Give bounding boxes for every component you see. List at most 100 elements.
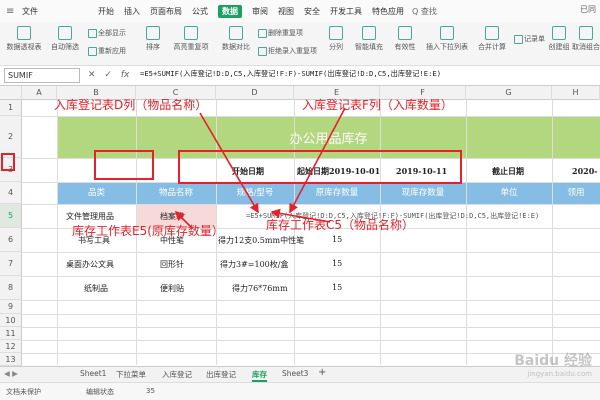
row-header-4[interactable]: 4 — [0, 182, 22, 204]
data-compare-button[interactable]: 数据对比 — [218, 26, 254, 52]
menu-data[interactable]: 数据 — [218, 4, 242, 18]
row-header-2[interactable]: 2 — [0, 116, 22, 158]
cell-name-3[interactable]: 回形针 — [160, 259, 184, 270]
confirm-icon[interactable]: ✓ — [104, 70, 112, 80]
consolidate-button[interactable]: 合并计算 — [474, 26, 510, 52]
ungroup-icon — [579, 26, 593, 40]
menu-file[interactable]: 文件 — [22, 6, 38, 17]
cell-name-4[interactable]: 便利贴 — [160, 283, 184, 294]
sort-button[interactable]: 排序 — [140, 26, 166, 52]
watermark: Baidu 经验 jingyan.baidu.com — [514, 350, 592, 378]
header-current-qty: 现库存数量 — [401, 188, 445, 198]
sheet-tab-bar: ◀ ▶ Sheet1 下拉菜单 入库登记 出库登记 库存 Sheet3 + — [0, 366, 600, 382]
show-all-icon — [88, 28, 97, 38]
tab-outbound[interactable]: 出库登记 — [206, 369, 236, 380]
header-spec: 规格/型号 — [236, 188, 274, 198]
row-header-6[interactable]: 6 — [0, 228, 22, 252]
menu-page-layout[interactable]: 页面布局 — [150, 6, 182, 17]
tab-dropdown-menu[interactable]: 下拉菜单 — [116, 369, 146, 380]
split-column-button[interactable]: 分列 — [326, 26, 346, 52]
smart-fill-button[interactable]: 智能填充 — [352, 26, 386, 52]
cancel-icon[interactable]: ✕ — [88, 70, 96, 80]
name-box[interactable]: SUMIF — [4, 68, 80, 83]
row-header-7[interactable]: 7 — [0, 252, 22, 276]
add-sheet-icon[interactable]: + — [318, 367, 326, 378]
cell-qty-2[interactable]: 15 — [332, 235, 342, 244]
formula-input[interactable]: =E5+SUMIF(入库登记!D:D,C5,入库登记!F:F)-SUMIF(出库… — [140, 69, 441, 79]
tab-sheet1[interactable]: Sheet1 — [80, 369, 106, 378]
fx-icon[interactable]: fx — [121, 70, 130, 80]
auto-filter-button[interactable]: 自动筛选 — [48, 26, 82, 52]
reject-duplicates-button[interactable]: 拒绝录入重复项 — [258, 46, 317, 56]
watermark-url: jingyan.baidu.com — [527, 370, 592, 378]
row-header-12[interactable]: 12 — [0, 340, 22, 353]
cell-spec-4[interactable]: 得力76*76mm — [232, 283, 288, 294]
header-usage: 领用 — [567, 188, 585, 198]
row-header-5[interactable]: 5 — [0, 204, 22, 228]
column-header-h[interactable]: H — [552, 86, 600, 100]
tab-sheet3[interactable]: Sheet3 — [282, 369, 308, 378]
menu-start[interactable]: 开始 — [98, 6, 114, 17]
formula-tools: ✕ ✓ fx — [88, 70, 129, 80]
menu-icon[interactable]: ≡ — [6, 6, 20, 17]
group-icon — [552, 26, 566, 40]
annotation-box-dates — [178, 150, 462, 184]
tab-inventory[interactable]: 库存 — [252, 369, 267, 382]
annotation-box-name — [94, 150, 154, 180]
show-all-button[interactable]: 全部显示 — [88, 28, 126, 38]
menu-bar: ≡ 文件 开始 插入 页面布局 公式 数据 审阅 视图 安全 开发工具 特色应用… — [0, 0, 600, 22]
watermark-brand: Baidu 经验 — [514, 353, 592, 369]
remove-duplicates-button[interactable]: 删除重复项 — [258, 28, 303, 38]
reapply-icon — [88, 46, 97, 56]
create-group-button[interactable]: 创建组 — [548, 26, 570, 52]
validation-icon — [398, 26, 412, 40]
account-status[interactable]: 已同 — [580, 4, 596, 15]
header-original-qty: 原库存数量 — [315, 188, 359, 198]
search-button[interactable]: Q 查找 — [412, 6, 437, 17]
record-form-button[interactable]: 记录单 — [514, 34, 545, 44]
menu-review[interactable]: 审阅 — [252, 6, 268, 17]
column-header-d[interactable]: D — [216, 86, 294, 100]
column-header-a[interactable]: A — [22, 86, 57, 100]
highlight-duplicates-button[interactable]: 高亮重复项 — [170, 26, 212, 52]
cell-category-4[interactable]: 纸制品 — [84, 283, 108, 294]
menu-dev-tools[interactable]: 开发工具 — [330, 6, 362, 17]
pivot-table-icon — [17, 26, 31, 40]
cell-qty-4[interactable]: 15 — [332, 283, 342, 292]
compare-icon — [229, 26, 243, 40]
cell-name-1[interactable]: 档案袋 — [160, 211, 184, 222]
pivot-table-button[interactable]: 数据透视表 — [4, 26, 44, 52]
annotation-f-column: 入库登记表F列（入库数量） — [302, 98, 453, 112]
select-all-corner[interactable] — [0, 86, 22, 100]
filter-icon — [58, 26, 72, 40]
insert-dropdown-button[interactable]: 插入下拉列表 — [424, 26, 470, 52]
ungroup-button[interactable]: 取消组合 — [572, 26, 600, 52]
cell-spec-3[interactable]: 得力3#=100枚/盒 — [220, 259, 288, 270]
cell-category-1[interactable]: 文件管理用品 — [66, 211, 114, 222]
reapply-button[interactable]: 重新应用 — [88, 46, 126, 56]
header-item-name: 物品名称 — [158, 188, 193, 198]
row-header-10[interactable]: 10 — [0, 314, 22, 327]
tab-inbound[interactable]: 入库登记 — [162, 369, 192, 380]
row-header-13[interactable]: 13 — [0, 353, 22, 366]
header-category: 品类 — [87, 188, 105, 198]
validation-button[interactable]: 有效性 — [392, 26, 418, 52]
row-header-8[interactable]: 8 — [0, 276, 22, 300]
menu-formula[interactable]: 公式 — [192, 6, 208, 17]
cell-qty-3[interactable]: 15 — [332, 259, 342, 268]
cutoff-label: 截止日期 — [492, 166, 524, 176]
row-header-9[interactable]: 9 — [0, 300, 22, 314]
menu-security[interactable]: 安全 — [304, 6, 320, 17]
ribbon-toolbar: 数据透视表 自动筛选 全部显示 重新应用 排序 高亮重复项 数据对比 删除重复项… — [0, 22, 600, 66]
header-unit: 单位 — [500, 188, 518, 198]
row-header-11[interactable]: 11 — [0, 327, 22, 340]
menu-view[interactable]: 视图 — [278, 6, 294, 17]
cell-spec-2[interactable]: 得力12支0.5mm中性笔 — [218, 235, 304, 246]
menu-special[interactable]: 特色应用 — [372, 6, 404, 17]
count-status: 35 — [146, 387, 155, 395]
tab-nav-icon[interactable]: ◀ ▶ — [4, 369, 18, 378]
column-header-g[interactable]: G — [466, 86, 552, 100]
row-header-1[interactable]: 1 — [0, 100, 22, 116]
menu-insert[interactable]: 插入 — [124, 6, 140, 17]
cell-category-3[interactable]: 桌面办公文具 — [66, 259, 114, 270]
